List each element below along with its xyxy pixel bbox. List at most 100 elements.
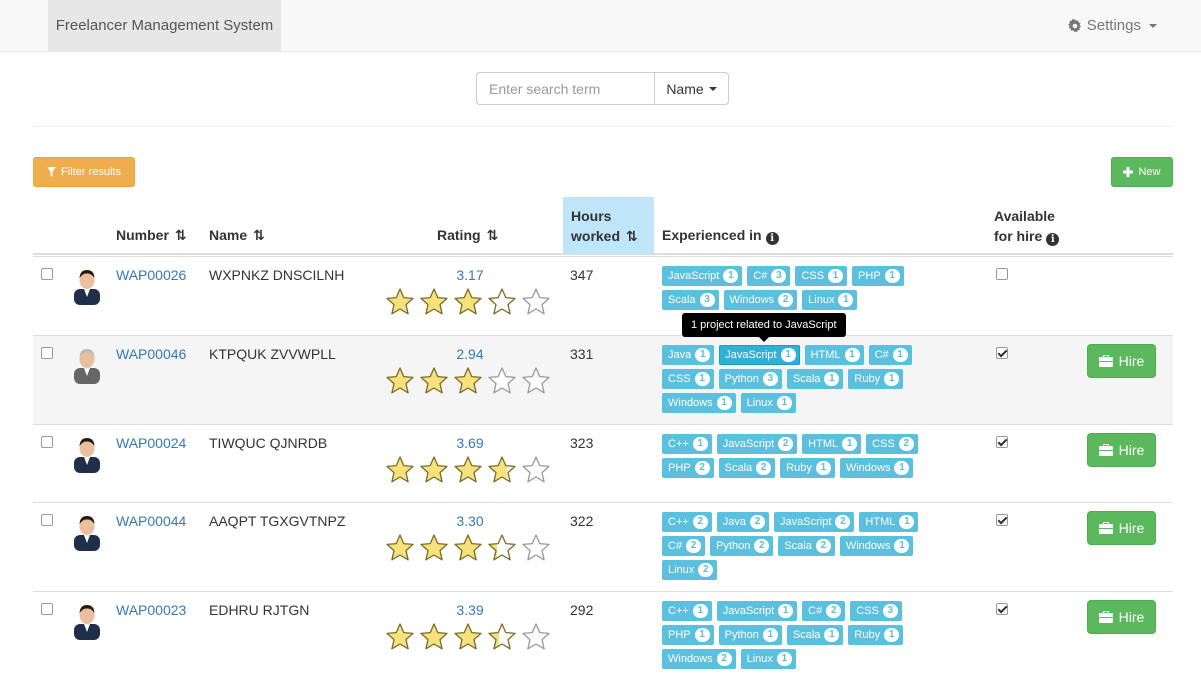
skill-tag[interactable]: JavaScript 2 <box>774 512 855 532</box>
skill-name: JavaScript <box>722 438 775 450</box>
row-select-checkbox[interactable] <box>41 514 53 526</box>
skill-tag[interactable]: Python 3 <box>718 369 782 389</box>
column-name[interactable]: Name ⇅ <box>209 225 265 245</box>
star-icon <box>488 534 516 561</box>
skill-tag[interactable]: HTML 1 <box>859 512 919 532</box>
skill-count-badge: 2 <box>754 539 770 553</box>
skill-tag[interactable]: Scala 1 <box>786 369 844 389</box>
column-name-label: Name <box>209 227 248 243</box>
skill-tag[interactable]: JavaScript 2 <box>716 434 798 454</box>
star-icon <box>454 534 482 561</box>
available-for-hire-checkbox[interactable] <box>996 347 1008 359</box>
hire-button[interactable]: Hire <box>1087 511 1156 545</box>
freelancer-number-link[interactable]: WAP00026 <box>116 267 186 283</box>
skill-tag[interactable]: Windows 2 <box>662 649 736 669</box>
skill-tag[interactable]: Linux 2 <box>662 560 718 580</box>
skill-tag[interactable]: Scala 2 <box>718 458 776 478</box>
brand[interactable]: Freelancer Management System <box>48 0 281 51</box>
skill-count-badge: 3 <box>882 604 898 618</box>
skill-tag[interactable]: HTML 1 <box>804 345 864 365</box>
skill-tag[interactable]: Windows 1 <box>839 536 914 556</box>
skill-tag[interactable]: Scala 1 <box>786 625 844 645</box>
skill-tag[interactable]: Linux 1 <box>740 649 796 669</box>
skill-tag[interactable]: HTML 1 <box>802 434 862 454</box>
skill-tag[interactable]: C# 2 <box>802 601 846 621</box>
row-select-checkbox[interactable] <box>41 347 53 359</box>
skill-tag[interactable]: C++ 1 <box>662 601 712 621</box>
skill-name: Windows <box>845 462 891 474</box>
skill-tag[interactable]: C# 2 <box>662 536 706 556</box>
freelancer-number-link[interactable]: WAP00023 <box>116 602 186 618</box>
filter-results-button[interactable]: Filter results <box>33 157 135 187</box>
skill-tag[interactable]: PHP 1 <box>662 625 714 645</box>
skill-count-badge: 3 <box>771 269 787 283</box>
hire-button[interactable]: Hire <box>1087 600 1156 634</box>
skill-name: JavaScript <box>668 270 720 282</box>
skill-name: Linux <box>746 653 773 665</box>
info-icon[interactable]: i <box>765 232 779 245</box>
skill-tag[interactable]: Windows 1 <box>662 393 736 413</box>
available-for-hire-checkbox[interactable] <box>996 436 1008 448</box>
skill-tag[interactable]: Java 2 <box>716 512 770 532</box>
available-for-hire-checkbox[interactable] <box>996 603 1008 615</box>
column-number[interactable]: Number ⇅ <box>116 225 187 245</box>
skill-count-badge: 2 <box>815 539 831 553</box>
skill-tag[interactable]: PHP 1 <box>852 266 904 286</box>
hours-worked: 292 <box>570 602 594 618</box>
skill-tag[interactable]: C++ 2 <box>662 512 712 532</box>
skill-name: C# <box>668 540 683 552</box>
skill-tag[interactable]: Windows 2 <box>723 290 798 310</box>
column-rating-label: Rating <box>437 227 481 243</box>
skill-tag[interactable]: Scala 2 <box>778 536 835 556</box>
skill-tag[interactable]: JavaScript 1 <box>716 601 798 621</box>
skill-count-badge: 3 <box>699 293 715 307</box>
row-select-checkbox[interactable] <box>41 603 53 615</box>
hire-button[interactable]: Hire <box>1087 433 1156 467</box>
skill-tag[interactable]: JavaScript 1 <box>662 266 743 286</box>
settings-menu[interactable]: Settings <box>1067 0 1157 51</box>
briefcase-icon <box>1098 522 1113 534</box>
skill-name: PHP <box>668 629 691 641</box>
skill-tag[interactable]: Ruby 1 <box>848 369 904 389</box>
column-hours-worked[interactable]: Hours worked ⇅ <box>563 197 654 254</box>
freelancer-number-link[interactable]: WAP00046 <box>116 346 186 362</box>
skill-tag[interactable]: JavaScript 1 <box>719 345 800 365</box>
skill-tag[interactable]: CSS 1 <box>795 266 848 286</box>
rating-value: 3.17 <box>456 267 484 283</box>
skill-tag[interactable]: CSS 1 <box>662 369 714 389</box>
info-icon[interactable]: i <box>1046 233 1060 246</box>
skill-tag[interactable]: Ruby 1 <box>780 458 835 478</box>
search-field-dropdown[interactable]: Name <box>654 72 729 105</box>
available-for-hire-checkbox[interactable] <box>996 514 1008 526</box>
skills-list: Java 1 JavaScript 1 HTML 1 C# 1 CSS 1 Python 3 Scala… <box>662 345 952 413</box>
skill-tag[interactable]: Linux 1 <box>802 290 858 310</box>
skill-tag[interactable]: Scala 3 <box>662 290 719 310</box>
skill-tag[interactable]: C# 1 <box>868 345 912 365</box>
skill-tag[interactable]: Python 1 <box>718 625 782 645</box>
skill-tag[interactable]: Java 1 <box>662 345 715 365</box>
freelancer-name: KTPQUK ZVVWPLL <box>209 346 336 362</box>
new-button[interactable]: New <box>1111 157 1173 187</box>
skill-tag[interactable]: Python 2 <box>710 536 774 556</box>
skill-tag[interactable]: PHP 2 <box>662 458 714 478</box>
hire-button[interactable]: Hire <box>1087 344 1156 378</box>
freelancer-number-link[interactable]: WAP00044 <box>116 513 186 529</box>
skill-tag[interactable]: CSS 3 <box>850 601 902 621</box>
skill-tag[interactable]: Windows 1 <box>839 458 914 478</box>
skill-tag[interactable]: Ruby 1 <box>848 625 904 645</box>
avatar <box>74 516 100 551</box>
search-input[interactable] <box>476 72 654 105</box>
row-select-checkbox[interactable] <box>41 268 53 280</box>
available-for-hire-checkbox[interactable] <box>996 268 1008 280</box>
skill-tag[interactable]: CSS 2 <box>866 434 918 454</box>
skill-tag[interactable]: C++ 1 <box>662 434 712 454</box>
skill-count-badge: 2 <box>686 539 702 553</box>
star-icon <box>488 288 516 315</box>
skill-tag[interactable]: C# 3 <box>747 266 791 286</box>
row-select-checkbox[interactable] <box>41 436 53 448</box>
table-row: WAP00024 TIWQUC QJNRDB 3.69 323 C++ 1 JavaScri… <box>33 424 1173 502</box>
star-icon <box>386 367 414 394</box>
column-rating[interactable]: Rating ⇅ <box>437 225 498 245</box>
freelancer-number-link[interactable]: WAP00024 <box>116 435 186 451</box>
skill-tag[interactable]: Linux 1 <box>740 393 796 413</box>
